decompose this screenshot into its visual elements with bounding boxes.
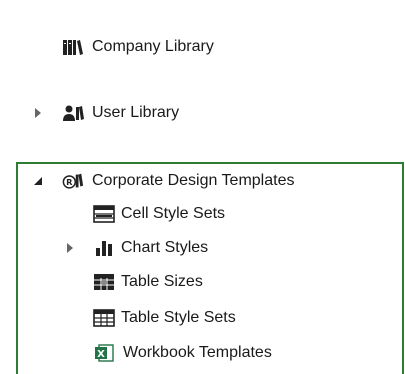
collapse-arrow-icon[interactable]	[32, 175, 44, 187]
svg-text:R: R	[66, 177, 73, 187]
tree-item-label: Table Sizes	[121, 273, 203, 290]
users-icon	[62, 103, 84, 123]
corporate-design-icon: R	[62, 171, 84, 191]
tree-item-label: Workbook Templates	[123, 344, 272, 361]
tree-item-corporate-design-templates[interactable]: R Corporate Design Templates	[0, 166, 405, 196]
svg-text:X: X	[97, 349, 105, 360]
bar-chart-icon	[93, 238, 115, 258]
tree-item-label: Table Style Sets	[121, 309, 236, 326]
tree-item-label: Cell Style Sets	[121, 205, 226, 222]
tree-item-label: Company Library	[92, 38, 214, 55]
tree-item-label: Chart Styles	[121, 239, 209, 256]
cell-style-icon	[93, 204, 115, 224]
books-icon	[62, 37, 84, 57]
expand-arrow-icon[interactable]	[64, 242, 76, 254]
table-style-icon	[93, 308, 115, 328]
tree-item-chart-styles[interactable]: Chart Styles	[0, 233, 405, 263]
table-sizes-icon	[93, 272, 115, 292]
tree-item-table-style-sets[interactable]: Table Style Sets	[0, 303, 405, 333]
tree-item-label: User Library	[92, 104, 180, 121]
expand-arrow-icon[interactable]	[32, 107, 44, 119]
tree-item-table-sizes[interactable]: Table Sizes	[0, 267, 405, 297]
tree-item-user-library[interactable]: User Library	[0, 98, 405, 128]
tree-item-cell-style-sets[interactable]: Cell Style Sets	[0, 199, 405, 229]
tree-item-workbook-templates[interactable]: X Workbook Templates	[0, 338, 405, 368]
tree-item-company-library[interactable]: Company Library	[0, 32, 405, 62]
excel-workbook-icon: X	[93, 343, 115, 363]
tree-item-label: Corporate Design Templates	[92, 172, 295, 189]
